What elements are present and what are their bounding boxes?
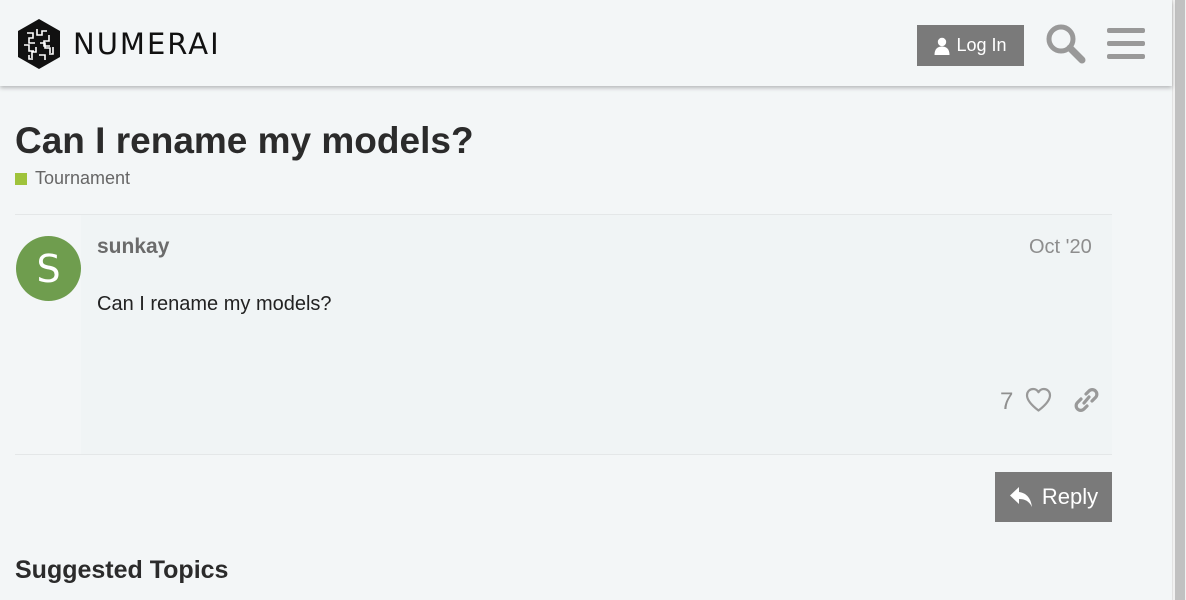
brand-name: NUMERAI <box>73 27 221 61</box>
login-button-label: Log In <box>956 35 1007 55</box>
scrollbar-thumb[interactable] <box>1175 0 1185 600</box>
category-color-swatch <box>15 172 27 185</box>
reply-icon <box>1009 487 1032 507</box>
post-date[interactable]: Oct '20 <box>1029 236 1092 259</box>
post-body <box>81 215 1112 454</box>
login-button[interactable]: Log In <box>917 25 1024 66</box>
suggested-topics-heading: Suggested Topics <box>15 556 229 584</box>
avatar-letter: S <box>36 246 61 291</box>
like-count[interactable]: 7 <box>1000 388 1013 416</box>
link-icon[interactable] <box>1073 386 1100 414</box>
post-content: Can I rename my models? <box>97 293 332 315</box>
user-icon <box>934 37 950 55</box>
hamburger-menu-icon[interactable] <box>1107 26 1145 62</box>
category-label[interactable]: Tournament <box>35 168 130 189</box>
search-icon[interactable] <box>1044 22 1086 64</box>
heart-icon[interactable] <box>1025 387 1052 413</box>
topic-title[interactable]: Can I rename my models? <box>15 120 474 162</box>
reply-button-label: Reply <box>1041 484 1099 509</box>
numerai-logo-icon <box>18 19 60 69</box>
post-username[interactable]: sunkay <box>97 235 169 259</box>
site-header: NUMERAI Log In <box>0 0 1172 86</box>
numerai-logo[interactable]: NUMERAI <box>15 17 221 71</box>
avatar[interactable]: S <box>16 236 81 301</box>
post-divider-bottom <box>15 454 1112 455</box>
category-badge[interactable]: Tournament <box>15 168 130 189</box>
reply-button[interactable]: Reply <box>995 472 1112 522</box>
page-scrollbar[interactable] <box>1172 0 1186 600</box>
